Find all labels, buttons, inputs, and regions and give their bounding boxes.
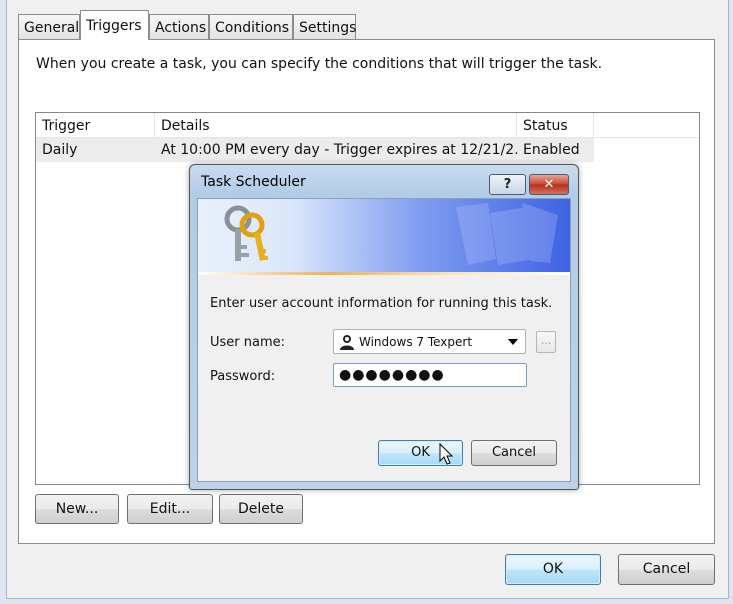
username-label: User name: (210, 335, 286, 350)
ok-button[interactable]: OK (505, 554, 601, 585)
row-status: Enabled (523, 142, 580, 158)
task-scheduler-dialog: Task Scheduler ? ✕ Enter user account in… (189, 164, 579, 490)
chevron-down-icon[interactable] (508, 339, 518, 345)
help-button[interactable]: ? (489, 174, 526, 195)
username-combobox[interactable]: Windows 7 Texpert (333, 329, 526, 354)
column-header-trigger[interactable]: Trigger (36, 113, 155, 137)
row-trigger: Daily (42, 142, 78, 158)
list-header: Trigger Details Status (36, 113, 699, 138)
delete-trigger-button[interactable]: Delete (219, 494, 303, 524)
table-row[interactable]: Daily At 10:00 PM every day - Trigger ex… (36, 138, 594, 162)
tab-actions[interactable]: Actions (149, 14, 209, 39)
password-label: Password: (210, 369, 276, 384)
column-header-details[interactable]: Details (155, 113, 517, 137)
dialog-cancel-button[interactable]: Cancel (471, 440, 557, 466)
mouse-cursor-icon (439, 443, 454, 465)
tab-conditions[interactable]: Conditions (209, 14, 293, 39)
username-value: Windows 7 Texpert (359, 335, 473, 349)
dialog-title: Task Scheduler (201, 174, 306, 190)
password-field[interactable]: ●●●●●●●● (333, 363, 527, 387)
dialog-prompt: Enter user account information for runni… (210, 296, 553, 311)
column-header-status[interactable]: Status (517, 113, 594, 137)
browse-user-button[interactable]: ... (536, 331, 556, 353)
cancel-button[interactable]: Cancel (618, 554, 715, 585)
tab-settings[interactable]: Settings (293, 14, 356, 39)
keys-icon (224, 205, 268, 261)
user-icon (340, 335, 354, 350)
row-details: At 10:00 PM every day - Trigger expires … (161, 142, 517, 158)
tab-general[interactable]: General (18, 14, 80, 39)
tab-triggers[interactable]: Triggers (80, 10, 149, 40)
triggers-intro-text: When you create a task, you can specify … (36, 56, 603, 72)
new-trigger-button[interactable]: New... (35, 494, 119, 524)
password-value: ●●●●●●●● (339, 367, 445, 383)
dialog-banner (198, 199, 570, 272)
edit-trigger-button[interactable]: Edit... (127, 494, 213, 524)
close-button[interactable]: ✕ (529, 174, 569, 195)
banner-divider (198, 272, 570, 275)
